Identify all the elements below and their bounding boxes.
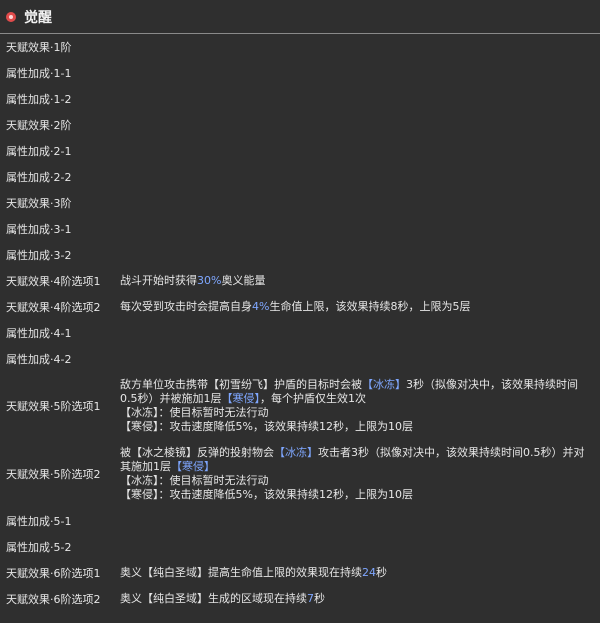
table-row: 属性加成·2-1 <box>0 138 600 164</box>
row-label: 属性加成·1-2 <box>6 93 72 106</box>
row-label: 天赋效果·5阶选项1 <box>6 400 101 413</box>
row-label: 属性加成·3-2 <box>6 249 72 262</box>
row-label: 属性加成·5-1 <box>6 515 72 528</box>
row-description-line: 【寒侵】：攻击速度降低5%，该效果持续12秒，上限为10层 <box>120 488 590 502</box>
section-title: 觉醒 <box>24 9 52 26</box>
awakening-table: 天赋效果·1阶 属性加成·1-1 属性加成·1-2 天赋效果·2阶 属性加成·2-1 属性… <box>0 34 600 612</box>
desc-text: 秒 <box>314 592 325 605</box>
highlight-term: 【寒侵】 <box>171 460 215 473</box>
row-label: 属性加成·2-1 <box>6 145 72 158</box>
row-value: 每次受到攻击时会提高自身4%生命值上限，该效果持续8秒，上限为5层 <box>120 300 600 314</box>
row-label: 天赋效果·5阶选项2 <box>6 468 101 481</box>
row-label: 属性加成·1-1 <box>6 67 72 80</box>
row-label: 天赋效果·2阶 <box>6 119 72 132</box>
desc-text: 【冰冻】：使目标暂时无法行动 <box>120 474 269 487</box>
row-label: 天赋效果·4阶选项2 <box>6 301 101 314</box>
desc-text: 奥义【纯白圣域】提高生命值上限的效果现在持续 <box>120 566 362 579</box>
row-label: 属性加成·5-2 <box>6 541 72 554</box>
highlight-term: 【寒侵】 <box>221 392 261 405</box>
desc-text: 生命值上限，该效果持续8秒，上限为5层 <box>269 300 471 313</box>
row-label: 天赋效果·3阶 <box>6 197 72 210</box>
row-label: 天赋效果·6阶选项1 <box>6 567 101 580</box>
table-row: 天赋效果·4阶选项2 每次受到攻击时会提高自身4%生命值上限，该效果持续8秒，上限… <box>0 294 600 320</box>
desc-text: 3秒（拟像对决中，该效果持续时间 <box>406 378 578 391</box>
desc-text: 【寒侵】：攻击速度降低5%，该效果持续12秒，上限为10层 <box>120 420 413 433</box>
desc-text: 每次受到攻击时会提高自身 <box>120 300 252 313</box>
desc-text: 奥义能量 <box>221 274 266 287</box>
section-header: 觉醒 <box>0 0 600 34</box>
row-label: 天赋效果·4阶选项1 <box>6 275 101 288</box>
row-label: 天赋效果·1阶 <box>6 41 72 54</box>
table-row: 天赋效果·4阶选项1 战斗开始时获得30%奥义能量 <box>0 268 600 294</box>
table-row: 属性加成·1-2 <box>0 86 600 112</box>
row-description: 战斗开始时获得30%奥义能量 <box>120 274 590 288</box>
row-description-line: 其施加1层【寒侵】 <box>120 460 590 474</box>
row-description-line: 0.5秒）并被施加1层【寒侵】，每个护盾仅生效1次 <box>120 392 590 406</box>
table-row: 属性加成·2-2 <box>0 164 600 190</box>
table-row: 属性加成·4-1 <box>0 320 600 346</box>
highlight-value: 7 <box>307 592 314 605</box>
row-label: 属性加成·4-1 <box>6 327 72 340</box>
row-description-line: 敌方单位攻击携带【初雪纷飞】护盾的目标时会被【冰冻】3秒（拟像对决中，该效果持续… <box>120 378 590 392</box>
row-description: 奥义【纯白圣域】生成的区域现在持续7秒 <box>120 592 590 606</box>
desc-text: 被【冰之棱镜】反弹的投射物会 <box>120 446 274 459</box>
desc-text: 【冰冻】：使目标暂时无法行动 <box>120 406 269 419</box>
desc-text: 奥义【纯白圣域】生成的区域现在持续 <box>120 592 307 605</box>
row-description: 每次受到攻击时会提高自身4%生命值上限，该效果持续8秒，上限为5层 <box>120 300 590 314</box>
row-value: 敌方单位攻击携带【初雪纷飞】护盾的目标时会被【冰冻】3秒（拟像对决中，该效果持续… <box>120 378 600 434</box>
highlight-value: 4% <box>252 300 270 313</box>
row-description-line: 被【冰之棱镜】反弹的投射物会【冰冻】攻击者3秒（拟像对决中，该效果持续时间0.5… <box>120 446 590 460</box>
desc-text: 0.5秒）并被施加1层 <box>120 392 222 405</box>
desc-text: 攻击者3秒（拟像对决中，该效果持续时间0.5秒）并对 <box>318 446 585 459</box>
row-value: 奥义【纯白圣域】生成的区域现在持续7秒 <box>120 592 600 606</box>
row-description-line: 【冰冻】：使目标暂时无法行动 <box>120 406 590 420</box>
row-value: 奥义【纯白圣域】提高生命值上限的效果现在持续24秒 <box>120 566 600 580</box>
desc-text: 敌方单位攻击携带【初雪纷飞】护盾的目标时会被 <box>120 378 362 391</box>
table-row: 属性加成·3-1 <box>0 216 600 242</box>
highlight-term: 【冰冻】 <box>274 446 318 459</box>
table-row: 属性加成·5-1 <box>0 508 600 534</box>
table-row: 天赋效果·6阶选项1 奥义【纯白圣域】提高生命值上限的效果现在持续24秒 <box>0 560 600 586</box>
table-row: 属性加成·5-2 <box>0 534 600 560</box>
table-row: 属性加成·1-1 <box>0 60 600 86</box>
table-row: 天赋效果·2阶 <box>0 112 600 138</box>
desc-text: 秒 <box>376 566 387 579</box>
desc-text: 其施加1层 <box>120 460 171 473</box>
table-row: 属性加成·3-2 <box>0 242 600 268</box>
table-row: 天赋效果·1阶 <box>0 34 600 60</box>
row-description: 奥义【纯白圣域】提高生命值上限的效果现在持续24秒 <box>120 566 590 580</box>
table-row: 属性加成·4-2 <box>0 346 600 372</box>
table-row: 天赋效果·5阶选项2 被【冰之棱镜】反弹的投射物会【冰冻】攻击者3秒（拟像对决中，… <box>0 440 600 508</box>
highlight-value: 24 <box>362 566 376 579</box>
row-value: 被【冰之棱镜】反弹的投射物会【冰冻】攻击者3秒（拟像对决中，该效果持续时间0.5… <box>120 446 600 502</box>
highlight-value: 30% <box>197 274 222 287</box>
row-label: 属性加成·3-1 <box>6 223 72 236</box>
desc-text: 【寒侵】：攻击速度降低5%，该效果持续12秒，上限为10层 <box>120 488 413 501</box>
desc-text: 战斗开始时获得 <box>120 274 197 287</box>
row-label: 属性加成·4-2 <box>6 353 72 366</box>
row-description-line: 【寒侵】：攻击速度降低5%，该效果持续12秒，上限为10层 <box>120 420 590 434</box>
highlight-term: 【冰冻】 <box>362 378 406 391</box>
row-label: 天赋效果·6阶选项2 <box>6 593 101 606</box>
desc-text: ，每个护盾仅生效1次 <box>260 392 366 405</box>
row-value: 战斗开始时获得30%奥义能量 <box>120 274 600 288</box>
table-row: 天赋效果·5阶选项1 敌方单位攻击携带【初雪纷飞】护盾的目标时会被【冰冻】3秒（拟… <box>0 372 600 440</box>
row-label: 属性加成·2-2 <box>6 171 72 184</box>
awakening-icon <box>6 11 16 22</box>
table-row: 天赋效果·6阶选项2 奥义【纯白圣域】生成的区域现在持续7秒 <box>0 586 600 612</box>
row-description-line: 【冰冻】：使目标暂时无法行动 <box>120 474 590 488</box>
table-row: 天赋效果·3阶 <box>0 190 600 216</box>
